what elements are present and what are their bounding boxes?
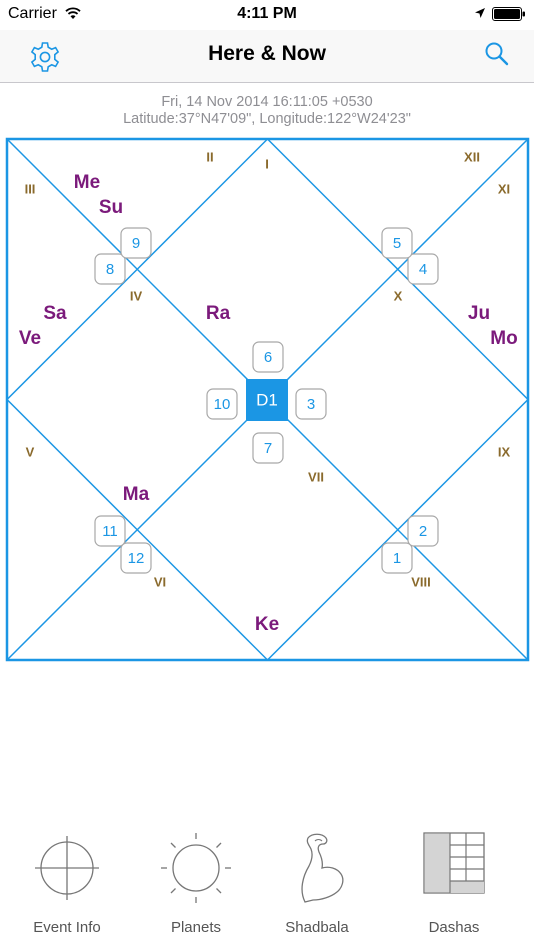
- house-label-11: XI: [498, 181, 510, 196]
- sign-number-6: 6: [264, 349, 272, 366]
- chart-center-label: D1: [256, 390, 278, 409]
- sign-number-4: 4: [419, 261, 427, 278]
- tab-planets[interactable]: Planets: [131, 820, 261, 950]
- planet-sa[interactable]: Sa: [43, 303, 67, 324]
- house-label-3: III: [25, 181, 36, 196]
- sign-number-2: 2: [419, 523, 427, 540]
- crosshair-icon: [35, 836, 99, 900]
- sign-number-3: 3: [307, 396, 315, 413]
- sign-number-7: 7: [264, 440, 272, 457]
- birth-chart: IIIIIIIVVVIVIIVIIIIXXXIXII12345678910111…: [5, 137, 530, 662]
- planet-mo[interactable]: Mo: [490, 328, 517, 349]
- house-label-9: IX: [498, 444, 511, 459]
- house-label-7: VII: [308, 469, 324, 484]
- house-label-6: VI: [154, 574, 166, 589]
- sign-number-5: 5: [393, 235, 401, 252]
- tab-event-info[interactable]: Event Info: [2, 820, 132, 950]
- sign-number-1: 1: [393, 550, 401, 567]
- house-label-12: XII: [464, 149, 480, 164]
- sign-number-8: 8: [106, 261, 114, 278]
- house-label-8: VIII: [411, 574, 431, 589]
- sign-number-10: 10: [214, 396, 231, 413]
- planet-ma[interactable]: Ma: [123, 484, 150, 505]
- planet-ve[interactable]: Ve: [19, 328, 41, 349]
- tab-bar: Event Info Planets Shadbala Dashas: [0, 820, 534, 950]
- planet-ju[interactable]: Ju: [468, 303, 490, 324]
- planet-ke[interactable]: Ke: [255, 614, 279, 635]
- table-icon: [423, 832, 485, 894]
- sign-number-11: 11: [102, 523, 118, 540]
- house-label-10: X: [394, 288, 403, 303]
- house-label-4: IV: [130, 288, 143, 303]
- tab-label: Shadbala: [285, 919, 349, 936]
- tab-label: Event Info: [33, 919, 101, 936]
- sign-number-9: 9: [132, 235, 140, 252]
- house-label-1: I: [265, 156, 269, 171]
- planet-su[interactable]: Su: [99, 197, 123, 218]
- planet-me[interactable]: Me: [74, 172, 100, 193]
- planet-ra[interactable]: Ra: [206, 303, 231, 324]
- strength-arm-icon: [301, 833, 344, 903]
- house-label-5: V: [26, 444, 35, 459]
- tab-label: Planets: [170, 919, 222, 936]
- house-label-2: II: [206, 149, 213, 164]
- tab-dashas[interactable]: Dashas: [389, 820, 519, 950]
- sign-number-12: 12: [128, 550, 145, 567]
- tab-label: Dashas: [428, 919, 480, 936]
- tab-shadbala[interactable]: Shadbala: [252, 820, 382, 950]
- sun-icon: [161, 833, 231, 903]
